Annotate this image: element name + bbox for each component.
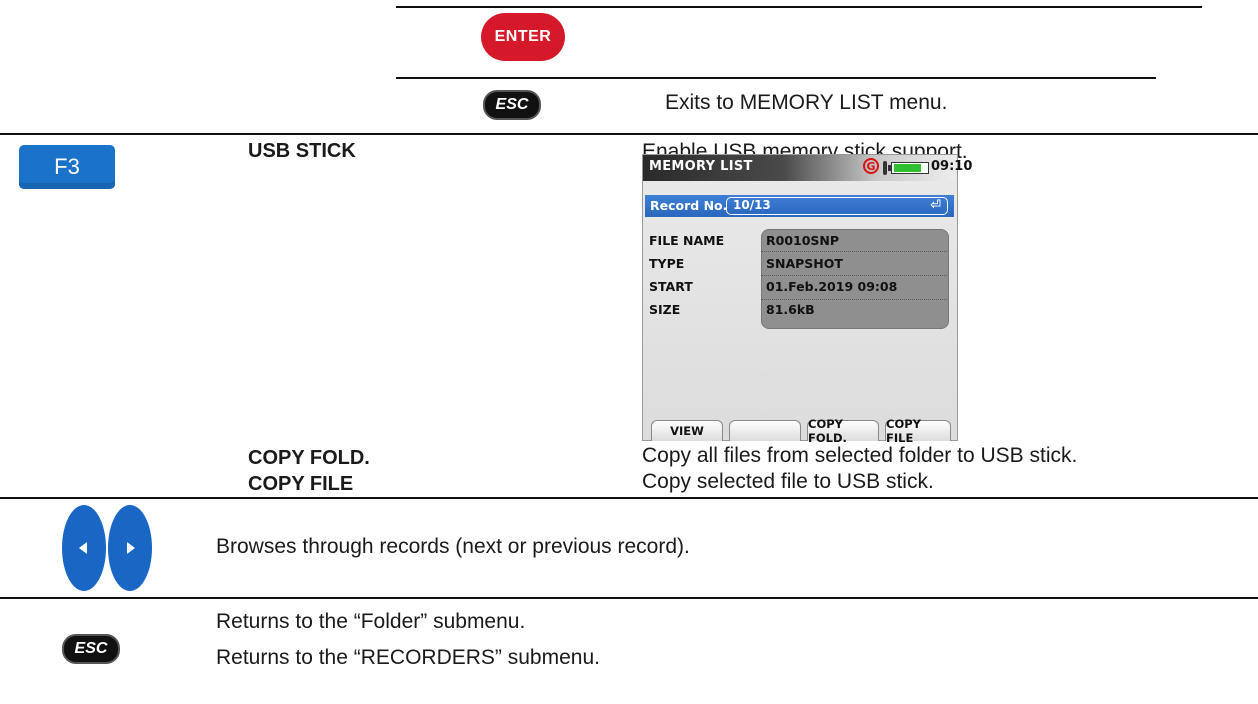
divider (0, 497, 1258, 499)
record-number-label: Record No. (650, 198, 728, 213)
row-separator (761, 251, 947, 252)
battery-icon (891, 162, 929, 174)
field-label-size: SIZE (649, 302, 681, 317)
esc-exit-description: Exits to MEMORY LIST menu. (665, 91, 948, 114)
right-arrow-key-icon (108, 505, 152, 591)
divider (396, 6, 1202, 8)
field-label-type: TYPE (649, 256, 685, 271)
esc-recorders-description: Returns to the “RECORDERS” submenu. (216, 646, 600, 669)
left-arrow-key-icon (62, 505, 106, 591)
softkey-copy-file[interactable]: COPY FILE (885, 417, 951, 445)
enter-key-icon: ENTER (481, 13, 565, 61)
copy-file-label: COPY FILE (248, 473, 354, 495)
memory-list-screen: MEMORY LIST G 09:10 Record No. 10/13 ⏎ F… (642, 154, 972, 445)
softkey-copy-fold[interactable]: COPY FOLD. (807, 417, 879, 445)
divider (0, 133, 1258, 135)
divider (396, 77, 1156, 79)
row-separator (761, 275, 947, 276)
row-separator (761, 299, 947, 300)
screen-header: MEMORY LIST G 09:10 (643, 155, 972, 181)
copy-fold-label: COPY FOLD. (248, 447, 370, 469)
esc-folder-description: Returns to the “Folder” submenu. (216, 610, 526, 633)
field-value-type: SNAPSHOT (766, 256, 843, 271)
copy-fold-description: Copy all files from selected folder to U… (642, 444, 1078, 467)
field-value-size: 81.6kB (766, 302, 815, 317)
gps-status-icon: G (863, 158, 879, 174)
record-number-bar[interactable]: Record No. 10/13 ⏎ (645, 195, 954, 217)
screen-title: MEMORY LIST (649, 159, 753, 174)
softkey-empty[interactable] (729, 420, 801, 441)
record-number-field[interactable]: 10/13 ⏎ (726, 197, 948, 215)
enter-return-icon: ⏎ (930, 198, 941, 213)
field-label-file-name: FILE NAME (649, 233, 725, 248)
esc-key-icon: ESC (483, 90, 541, 120)
field-label-start: START (649, 279, 693, 294)
field-value-start: 01.Feb.2019 09:08 (766, 279, 898, 294)
browse-description: Browses through records (next or previou… (216, 535, 690, 558)
f3-key-icon: F3 (19, 145, 115, 189)
divider (0, 597, 1258, 599)
field-value-file-name: R0010SNP (766, 233, 840, 248)
record-number-value: 10/13 (733, 198, 771, 212)
battery-level (894, 164, 921, 172)
plug-icon (883, 161, 887, 175)
usb-stick-label: USB STICK (248, 140, 356, 162)
copy-file-description: Copy selected file to USB stick. (642, 470, 934, 493)
softkey-view[interactable]: VIEW (651, 420, 723, 441)
esc-key-icon: ESC (62, 634, 120, 664)
screen-time: 09:10 (931, 159, 973, 174)
